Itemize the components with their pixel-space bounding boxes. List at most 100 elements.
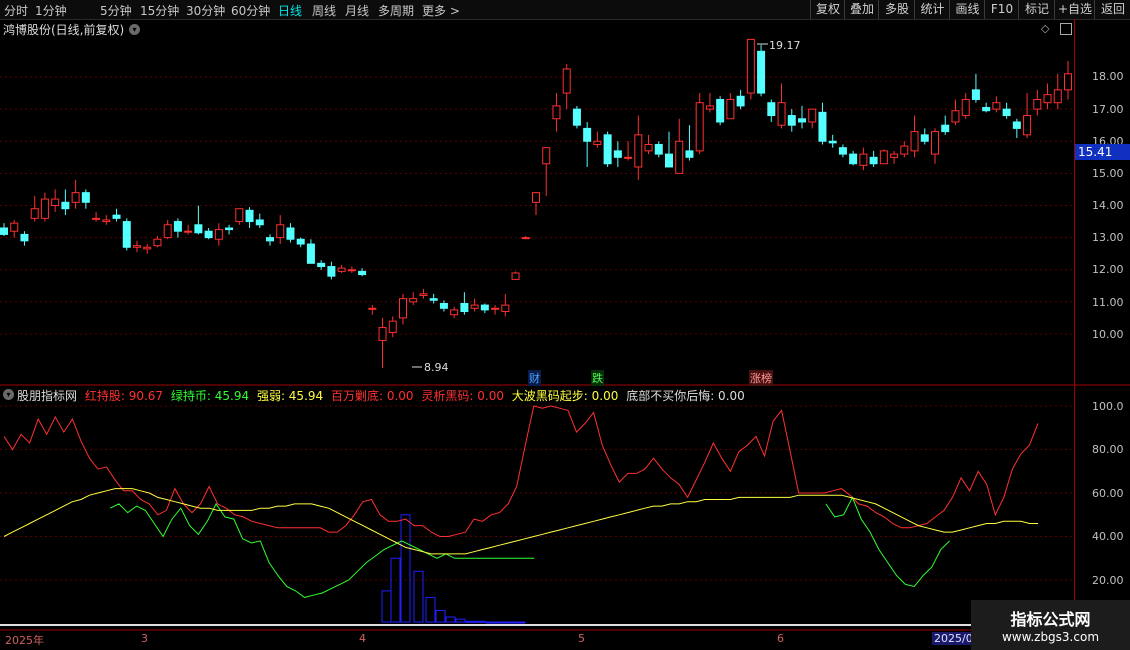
candle-body [276, 224, 285, 239]
event-marker-finance[interactable]: 财 [528, 370, 541, 386]
candle-body [736, 95, 745, 107]
candle-body [419, 293, 428, 296]
candle-body [358, 270, 367, 276]
candle-body [255, 219, 264, 226]
candle-body [859, 153, 868, 166]
event-marker-fall[interactable]: 跌 [591, 370, 604, 386]
candle-body [1012, 121, 1021, 129]
signal-bar [485, 621, 496, 624]
candle-body [511, 272, 520, 280]
candle-body [0, 227, 8, 235]
price-tick: 12.00 [1092, 263, 1124, 276]
candle-body [439, 302, 448, 309]
candle-body [296, 238, 305, 245]
watermark-url: www.zbgs3.com [1001, 630, 1100, 644]
low-price-label: 8.94 [424, 361, 449, 374]
candle-body [634, 134, 643, 168]
candle-body [122, 221, 131, 248]
candle-body [931, 131, 939, 155]
indicator-name: 股朋指标网 [17, 389, 78, 403]
candle-body [388, 320, 397, 333]
candle-body [1043, 94, 1052, 104]
signal-bar [381, 590, 392, 623]
candle-body [562, 68, 571, 94]
candle-body [716, 98, 725, 123]
candle-body [1033, 98, 1042, 110]
price-tick: 14.00 [1092, 199, 1124, 212]
candle-body [40, 198, 49, 219]
right-axis-line [1074, 19, 1075, 630]
legend-green-cash: 绿持币: 45.94 [170, 389, 250, 403]
candle-body [777, 102, 786, 126]
candle-body [337, 267, 346, 272]
candle-body [491, 307, 500, 310]
candle-body [542, 147, 551, 165]
signal-bar [435, 609, 446, 623]
red-hold-line [3, 405, 1039, 537]
candle-body [347, 269, 356, 272]
indicator-tick: 100.0 [1092, 400, 1124, 413]
candle-body [808, 108, 817, 123]
candle-body [470, 304, 479, 309]
high-price-label: 19.17 [769, 39, 801, 52]
candle-body [572, 108, 581, 126]
candle-body [890, 153, 899, 158]
chart-canvas [0, 38, 1130, 631]
indicator-tick: 80.00 [1092, 443, 1124, 456]
candle-body [143, 246, 152, 250]
candle-body [695, 102, 704, 152]
indicator-tick: 60.00 [1092, 487, 1124, 500]
candle-body [971, 89, 980, 100]
candle-body [705, 105, 714, 110]
date-tick: 6 [777, 632, 784, 645]
candle-body [460, 302, 469, 313]
candle-body [225, 227, 234, 231]
candle-body [51, 198, 60, 206]
legend-red-hold: 红持股: 90.67 [84, 389, 164, 403]
candle-body [30, 208, 39, 219]
candle-body [327, 266, 336, 277]
candle-body [654, 143, 663, 155]
candle-body [849, 153, 858, 165]
candle-body [675, 140, 684, 174]
legend-wave-start: 大波黑码起步: 0.00 [511, 389, 619, 403]
event-marker-limit-list[interactable]: 涨榜 [749, 370, 773, 386]
candle-body [61, 201, 70, 210]
candle-body [306, 243, 315, 264]
candle-body [920, 134, 929, 142]
date-tick: 5 [578, 632, 585, 645]
candle-body [685, 150, 694, 158]
candle-body [583, 127, 592, 142]
candle-body [286, 227, 295, 240]
candle-body [828, 140, 837, 144]
candle-body [194, 224, 203, 234]
watermark-title: 指标公式网 [1010, 610, 1091, 629]
candle-body [245, 209, 254, 223]
candle-body [133, 245, 141, 248]
indicator-tick: 40.00 [1092, 530, 1124, 543]
candle-body [992, 102, 1001, 110]
candle-body [112, 214, 121, 219]
signal-bar [425, 596, 436, 623]
candle-body [20, 233, 29, 242]
candle-body [1064, 73, 1072, 91]
candle-body [767, 102, 776, 117]
indicator-menu-icon[interactable]: ▾ [3, 389, 14, 400]
candle-body [552, 105, 561, 120]
candle-body [838, 147, 847, 155]
green-cash-line [825, 496, 950, 588]
candle-body [1023, 115, 1032, 136]
legend-strength: 强弱: 45.94 [256, 389, 324, 403]
candle-body [501, 304, 510, 313]
indicator-tick: 20.00 [1092, 574, 1124, 587]
candle-body [644, 143, 653, 152]
candle-body [399, 298, 407, 319]
candle-body [603, 134, 612, 165]
legend-bottom-million: 百万剿底: 0.00 [330, 389, 414, 403]
signal-bar [445, 616, 456, 623]
candle-body [613, 150, 622, 158]
legend-bottom-buy: 底部不买你后悔: 0.00 [626, 389, 745, 403]
signal-bar [515, 621, 526, 624]
candle-body [900, 145, 909, 155]
signal-bar [400, 514, 411, 623]
